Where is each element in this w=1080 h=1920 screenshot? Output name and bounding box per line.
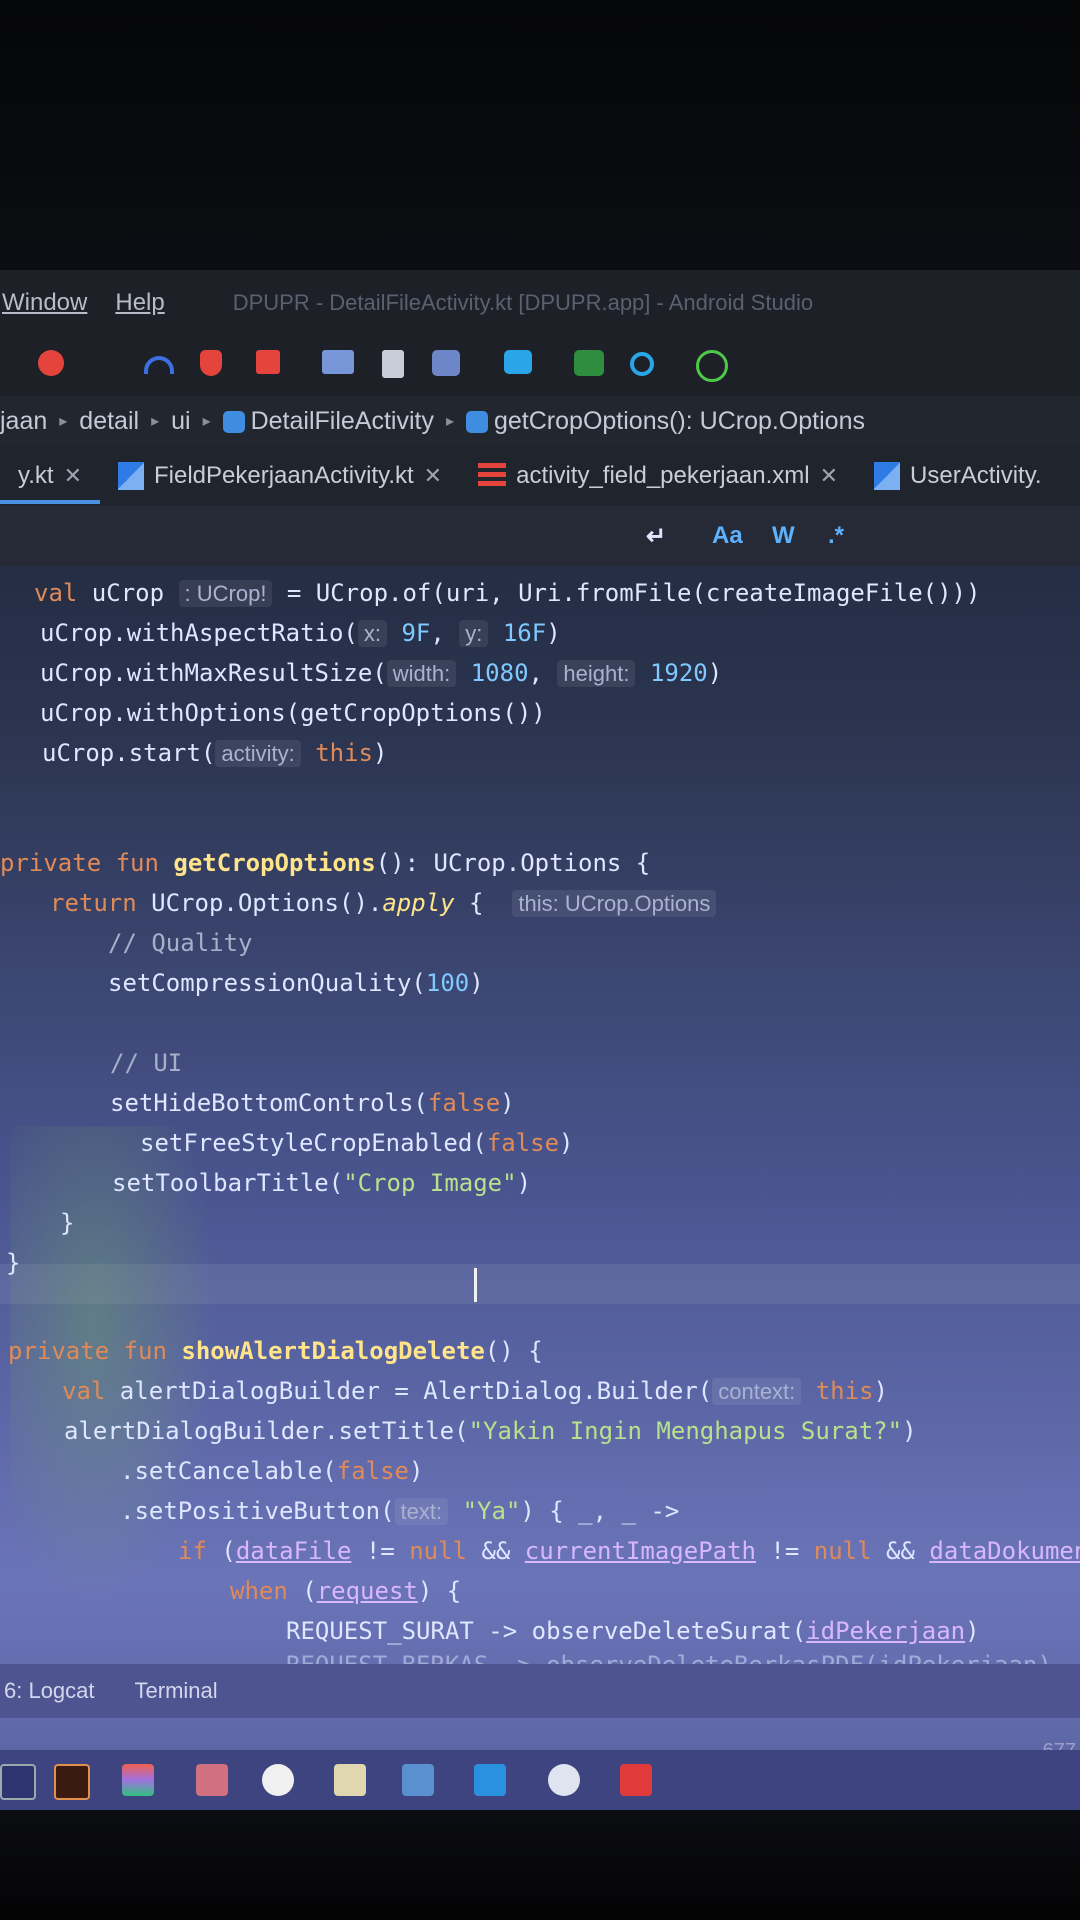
tab-user-activity[interactable]: UserActivity. — [856, 446, 1060, 506]
code-line: setToolbarTitle("Crop Image") — [112, 1169, 532, 1197]
code-editor[interactable]: val uCrop : UCrop! = UCrop.of(uri, Uri.f… — [0, 566, 1080, 1696]
apply-changes-icon[interactable] — [200, 350, 222, 376]
browser-icon[interactable] — [548, 1764, 580, 1796]
code-line: uCrop.start(activity: this) — [42, 739, 388, 767]
profiler-icon[interactable] — [144, 356, 174, 374]
breadcrumb-item[interactable]: detail — [79, 407, 139, 436]
code-line: private fun showAlertDialogDelete() { — [8, 1337, 543, 1365]
code-line: .setCancelable(false) — [120, 1457, 424, 1485]
code-line: val uCrop : UCrop! = UCrop.of(uri, Uri.f… — [34, 579, 981, 607]
match-case-toggle[interactable]: Aa — [712, 522, 743, 550]
main-toolbar — [0, 336, 1080, 396]
explorer-icon[interactable] — [334, 1764, 366, 1796]
code-line: .setPositiveButton(text: "Ya") { _, _ -> — [120, 1497, 680, 1525]
windows-taskbar — [0, 1750, 1080, 1810]
close-icon[interactable]: ✕ — [424, 463, 442, 489]
app-icon[interactable] — [196, 1764, 228, 1796]
code-line: REQUEST_SURAT -> observeDeleteSurat(idPe… — [286, 1617, 980, 1645]
breadcrumb-item[interactable]: jaan — [0, 407, 47, 436]
close-icon[interactable]: ✕ — [64, 463, 82, 489]
illustrator-icon[interactable] — [54, 1764, 90, 1800]
chevron-right-icon: ▸ — [445, 413, 454, 430]
android-studio-icon[interactable] — [402, 1764, 434, 1796]
return-icon[interactable]: ↵ — [646, 522, 666, 551]
chevron-right-icon: ▸ — [202, 413, 211, 430]
terminal-tab[interactable]: Terminal — [135, 1678, 218, 1704]
find-toolbar: ↵ Aa W .* — [0, 506, 1080, 566]
breadcrumb-item[interactable]: ui — [171, 407, 190, 436]
words-toggle[interactable]: W — [772, 522, 795, 550]
code-line: uCrop.withAspectRatio(x: 9F, y: 16F) — [40, 619, 561, 647]
text-cursor — [474, 1268, 477, 1302]
code-line: uCrop.withMaxResultSize(width: 1080, hei… — [40, 659, 723, 687]
code-line: return UCrop.Options().apply { this: UCr… — [50, 886, 717, 920]
code-line: when (request) { — [230, 1577, 462, 1605]
code-line: } — [60, 1209, 75, 1237]
breadcrumb-label: DetailFileActivity — [250, 406, 434, 435]
search-icon[interactable] — [630, 352, 654, 376]
tab-label: y.kt — [18, 462, 54, 489]
code-line: setCompressionQuality(100) — [108, 969, 484, 997]
attach-debugger-icon[interactable] — [322, 350, 354, 374]
breadcrumb-item[interactable]: DetailFileActivity — [222, 406, 434, 436]
breadcrumb-item[interactable]: getCropOptions(): UCrop.Options — [466, 407, 865, 436]
code-line: uCrop.withOptions(getCropOptions()) — [40, 699, 546, 727]
tab-label: UserActivity. — [910, 462, 1042, 489]
kotlin-file-icon — [118, 462, 144, 490]
method-icon — [466, 410, 488, 433]
atom-icon[interactable] — [696, 350, 728, 382]
monitor-bezel-bottom — [0, 1810, 1080, 1920]
start-icon[interactable] — [0, 1764, 36, 1800]
window-title: DPUPR - DetailFileActivity.kt [DPUPR.app… — [232, 290, 814, 315]
editor-tabs: y.kt ✕ FieldPekerjaanActivity.kt ✕ activ… — [0, 446, 1080, 506]
tab-label: activity_field_pekerjaan.xml — [516, 462, 810, 489]
code-line: setFreeStyleCropEnabled(false) — [140, 1129, 574, 1157]
class-icon — [222, 410, 245, 433]
stop-icon[interactable] — [256, 350, 280, 374]
chrome-icon[interactable] — [262, 1764, 294, 1796]
android-studio-window: Window Help DPUPR - DetailFileActivity.k… — [0, 270, 1080, 1810]
sdk-manager-icon[interactable] — [432, 350, 460, 376]
current-line-highlight — [0, 1264, 1080, 1304]
code-comment: // Quality — [108, 929, 253, 957]
close-icon[interactable]: ✕ — [820, 463, 838, 489]
code-line: setHideBottomControls(false) — [110, 1089, 515, 1117]
tool-window-bar: 6: Logcat Terminal — [0, 1664, 1080, 1718]
tab-label: FieldPekerjaanActivity.kt — [154, 462, 414, 489]
logcat-tab[interactable]: 6: Logcat — [4, 1678, 95, 1704]
menu-window[interactable]: Window — [2, 289, 87, 317]
breadcrumb-label: getCropOptions(): UCrop.Options — [494, 406, 865, 435]
chevron-right-icon: ▸ — [151, 413, 160, 430]
tab-detail-file-activity[interactable]: y.kt ✕ — [0, 446, 100, 506]
code-line: val alertDialogBuilder = AlertDialog.Bui… — [62, 1377, 888, 1405]
menu-bar: Window Help DPUPR - DetailFileActivity.k… — [0, 270, 1080, 336]
kotlin-file-icon — [874, 462, 901, 490]
regex-toggle[interactable]: .* — [828, 522, 844, 550]
terminal-icon[interactable] — [574, 350, 604, 376]
code-line: alertDialogBuilder.setTitle("Yakin Ingin… — [64, 1417, 917, 1445]
tab-activity-field-pekerjaan-xml[interactable]: activity_field_pekerjaan.xml ✕ — [460, 446, 856, 506]
monitor-bezel-top — [0, 0, 1080, 270]
breadcrumb: jaan ▸ detail ▸ ui ▸ DetailFileActivity … — [0, 396, 1080, 446]
chevron-right-icon: ▸ — [59, 413, 68, 430]
code-line: private fun getCropOptions(): UCrop.Opti… — [0, 849, 651, 877]
figma-icon[interactable] — [122, 1764, 154, 1796]
code-line: if (dataFile != null && currentImagePath… — [178, 1537, 1080, 1565]
debug-icon[interactable] — [38, 350, 64, 376]
code-line: } — [6, 1249, 21, 1277]
device-manager-icon[interactable] — [382, 350, 404, 378]
code-comment: // UI — [110, 1049, 183, 1077]
menu-help[interactable]: Help — [115, 289, 164, 317]
layout-inspector-icon[interactable] — [504, 350, 532, 374]
tab-field-pekerjaan-activity[interactable]: FieldPekerjaanActivity.kt ✕ — [100, 446, 460, 506]
acrobat-icon[interactable] — [620, 1764, 652, 1796]
layout-file-icon — [478, 463, 507, 489]
vscode-icon[interactable] — [474, 1764, 506, 1796]
